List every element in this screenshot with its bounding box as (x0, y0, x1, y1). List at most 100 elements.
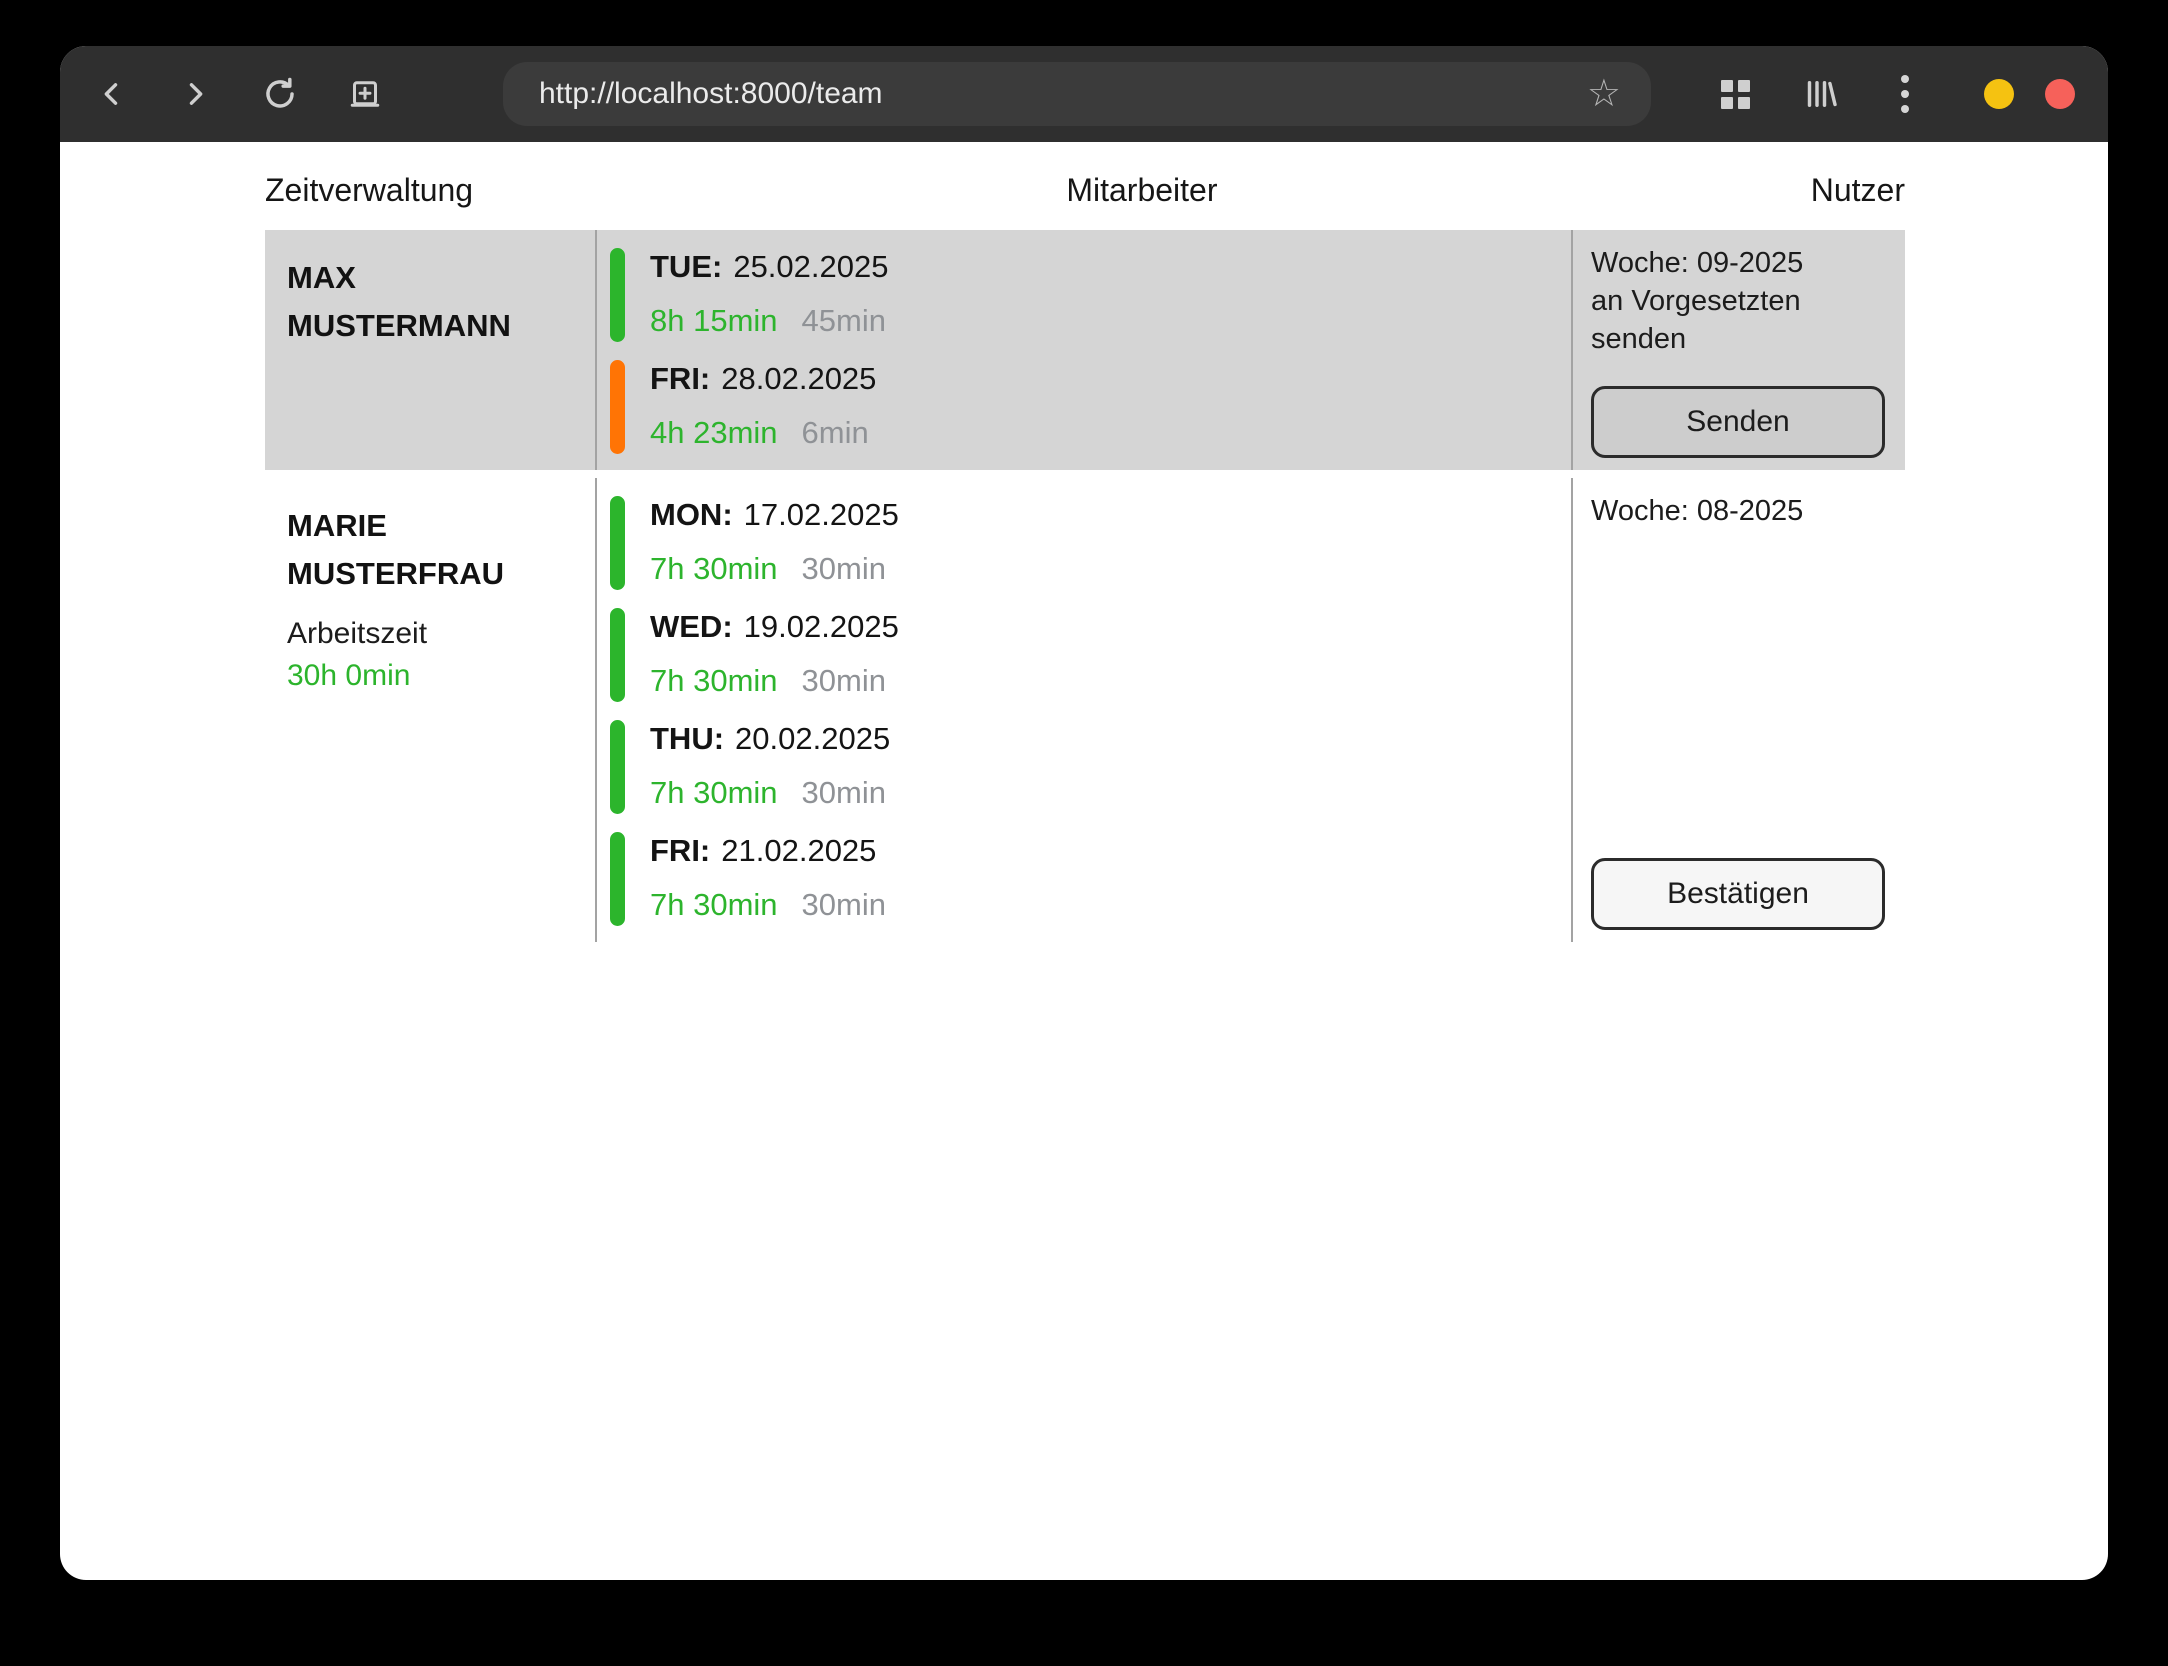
day-date-line: WED: 19.02.2025 (650, 609, 899, 645)
week-note-line: senden (1591, 320, 1885, 358)
day-date-line: THU: 20.02.2025 (650, 721, 890, 757)
status-bar-green (610, 248, 625, 342)
pause-time: 30min (802, 663, 886, 698)
day-entry: FRI: 21.02.2025 7h 30min 30min (610, 832, 1571, 926)
day-date-line: MON: 17.02.2025 (650, 497, 899, 533)
worked-time: 7h 30min (650, 775, 778, 810)
browser-window: http://localhost:8000/team ☆ Zeitverwalt… (60, 46, 2108, 1580)
grid-icon (1721, 80, 1750, 109)
employee-name-line: MUSTERFRAU (287, 550, 577, 598)
url-bar[interactable]: http://localhost:8000/team ☆ (503, 62, 1651, 126)
pause-time: 6min (802, 415, 869, 450)
day-entry-text: FRI: 21.02.2025 7h 30min 30min (650, 832, 886, 926)
url-text[interactable]: http://localhost:8000/team (503, 77, 1587, 111)
employee-name: MAX MUSTERMANN (287, 254, 577, 350)
employee-name-line: MUSTERMANN (287, 302, 577, 350)
nav-item-mitarbeiter[interactable]: Mitarbeiter (1066, 172, 1217, 209)
employee-name: MARIE MUSTERFRAU (287, 502, 577, 598)
new-tab-icon (347, 76, 383, 112)
pause-time: 30min (802, 887, 886, 922)
worktime-label: Arbeitszeit (287, 614, 577, 654)
worked-time: 4h 23min (650, 415, 778, 450)
forward-button[interactable] (173, 72, 217, 116)
pause-time: 45min (802, 303, 886, 338)
pause-time: 30min (802, 775, 886, 810)
status-bar-green (610, 608, 625, 702)
forward-icon (178, 77, 212, 111)
week-note-line: Woche: 09-2025 (1591, 244, 1885, 282)
day-label: FRI: (650, 833, 710, 868)
day-entries-column: TUE: 25.02.2025 8h 15min 45min FRI: 28.02.2… (595, 230, 1573, 470)
employee-card-marie-musterfrau: MARIE MUSTERFRAU Arbeitszeit 30h 0min MO… (265, 478, 1905, 942)
senden-button[interactable]: Senden (1591, 386, 1885, 458)
worked-time: 7h 30min (650, 551, 778, 586)
day-entry-text: WED: 19.02.2025 7h 30min 30min (650, 608, 899, 702)
day-entry: TUE: 25.02.2025 8h 15min 45min (610, 248, 1571, 342)
day-label: MON: (650, 497, 733, 532)
day-label: FRI: (650, 361, 710, 396)
day-date-line: FRI: 28.02.2025 (650, 361, 876, 397)
day-time-line: 8h 15min 45min (650, 303, 888, 339)
week-column: Woche: 09-2025 an Vorgesetzten senden Se… (1573, 230, 1903, 470)
app-grid-button[interactable] (1713, 72, 1757, 116)
main-nav: Zeitverwaltung Mitarbeiter Nutzer (265, 168, 1905, 212)
worktime-value: 30h 0min (287, 654, 577, 698)
library-button[interactable] (1798, 72, 1842, 116)
bestaetigen-button[interactable]: Bestätigen (1591, 858, 1885, 930)
worked-time: 7h 30min (650, 663, 778, 698)
status-bar-green (610, 720, 625, 814)
week-note-line: an Vorgesetzten (1591, 282, 1885, 320)
minimize-window-button[interactable] (1984, 79, 2014, 109)
day-date: 17.02.2025 (744, 497, 899, 532)
library-icon (1802, 76, 1838, 112)
menu-button[interactable] (1883, 72, 1927, 116)
day-label: THU: (650, 721, 724, 756)
day-entry: THU: 20.02.2025 7h 30min 30min (610, 720, 1571, 814)
day-entry: MON: 17.02.2025 7h 30min 30min (610, 496, 1571, 590)
employee-name-column: MARIE MUSTERFRAU Arbeitszeit 30h 0min (265, 478, 595, 942)
day-entry: FRI: 28.02.2025 4h 23min 6min (610, 360, 1571, 454)
back-icon (95, 77, 129, 111)
day-entry: WED: 19.02.2025 7h 30min 30min (610, 608, 1571, 702)
employee-name-line: MARIE (287, 502, 577, 550)
day-label: TUE: (650, 249, 722, 284)
browser-toolbar: http://localhost:8000/team ☆ (60, 46, 2108, 142)
day-entry-text: FRI: 28.02.2025 4h 23min 6min (650, 360, 876, 454)
week-column: Woche: 08-2025 Bestätigen (1573, 478, 1903, 942)
status-bar-orange (610, 360, 625, 454)
day-date: 19.02.2025 (744, 609, 899, 644)
worked-time: 8h 15min (650, 303, 778, 338)
status-bar-green (610, 832, 625, 926)
reload-button[interactable] (258, 72, 302, 116)
page-content: Zeitverwaltung Mitarbeiter Nutzer MAX MU… (60, 142, 2108, 942)
worked-time: 7h 30min (650, 887, 778, 922)
day-time-line: 4h 23min 6min (650, 415, 876, 451)
day-entry-text: MON: 17.02.2025 7h 30min 30min (650, 496, 899, 590)
day-time-line: 7h 30min 30min (650, 775, 890, 811)
day-entry-text: THU: 20.02.2025 7h 30min 30min (650, 720, 890, 814)
day-date-line: TUE: 25.02.2025 (650, 249, 888, 285)
day-time-line: 7h 30min 30min (650, 551, 899, 587)
day-entries-column: MON: 17.02.2025 7h 30min 30min WED: 19.02.2… (595, 478, 1573, 942)
pause-time: 30min (802, 551, 886, 586)
day-date: 21.02.2025 (721, 833, 876, 868)
new-tab-button[interactable] (343, 72, 387, 116)
employee-name-line: MAX (287, 254, 577, 302)
back-button[interactable] (90, 72, 134, 116)
bookmark-star-icon[interactable]: ☆ (1587, 75, 1621, 113)
day-date: 28.02.2025 (721, 361, 876, 396)
day-date: 20.02.2025 (735, 721, 890, 756)
reload-icon (261, 75, 299, 113)
kebab-menu-icon (1901, 75, 1909, 113)
employee-name-column: MAX MUSTERMANN (265, 230, 595, 470)
nav-item-zeitverwaltung[interactable]: Zeitverwaltung (265, 172, 473, 209)
status-bar-green (610, 496, 625, 590)
employee-card-max-mustermann: MAX MUSTERMANN TUE: 25.02.2025 8h 15min 45… (265, 230, 1905, 470)
day-label: WED: (650, 609, 733, 644)
day-time-line: 7h 30min 30min (650, 887, 886, 923)
day-entry-text: TUE: 25.02.2025 8h 15min 45min (650, 248, 888, 342)
nav-item-nutzer[interactable]: Nutzer (1811, 172, 1905, 209)
close-window-button[interactable] (2045, 79, 2075, 109)
week-note-line: Woche: 08-2025 (1591, 492, 1885, 530)
day-date: 25.02.2025 (733, 249, 888, 284)
